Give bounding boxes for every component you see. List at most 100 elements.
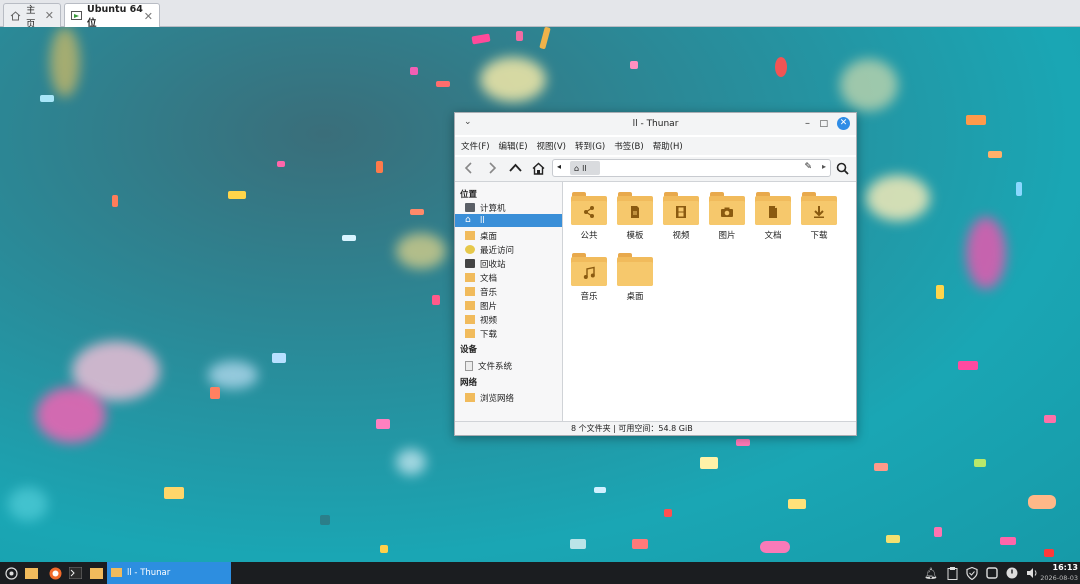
- file-manager-launcher-icon[interactable]: [23, 565, 39, 581]
- download-arrow-icon: [812, 205, 826, 219]
- edit-path-icon[interactable]: ✎: [804, 162, 812, 172]
- home-icon: ⌂: [574, 163, 580, 173]
- window-menu-icon[interactable]: ⌄: [464, 117, 472, 127]
- forward-icon[interactable]: [483, 159, 501, 177]
- folder-downloads[interactable]: 下载: [797, 192, 841, 241]
- sidebar-item-browse-network[interactable]: 浏览网络: [455, 391, 562, 404]
- folder-videos[interactable]: 视频: [659, 192, 703, 241]
- music-folder-icon: [465, 287, 475, 296]
- up-icon[interactable]: [506, 159, 524, 177]
- folder-label: 桌面: [626, 292, 644, 302]
- terminal-launcher-icon[interactable]: [67, 565, 83, 581]
- folder-music[interactable]: 音乐: [567, 253, 611, 302]
- sidebar-item-label: 下载: [480, 329, 498, 340]
- close-icon[interactable]: ✕: [837, 117, 850, 130]
- minimize-icon[interactable]: –: [805, 117, 810, 131]
- folder-templates[interactable]: 模板: [613, 192, 657, 241]
- document-icon: [766, 205, 780, 219]
- camera-icon: [720, 205, 734, 219]
- host-tab-label: 主页: [26, 4, 36, 30]
- folder-icon: [111, 567, 122, 580]
- folder-label: 文档: [764, 231, 782, 241]
- network-icon: [465, 393, 475, 402]
- menu-help[interactable]: 帮助(H): [653, 140, 683, 152]
- power-icon[interactable]: [1004, 565, 1020, 581]
- folder-label: 模板: [626, 231, 644, 241]
- clipboard-icon[interactable]: [944, 565, 960, 581]
- sidebar-item-pictures[interactable]: 图片: [455, 299, 562, 312]
- sidebar: 位置 计算机 ⌂ ll 桌面 最近访问 回收站 文档 音乐 图片 视频 下载 设…: [455, 182, 563, 422]
- search-icon[interactable]: [833, 159, 851, 177]
- sidebar-item-label: ll: [480, 215, 485, 226]
- host-tab-vm[interactable]: Ubuntu 64 位 ✕: [64, 3, 160, 29]
- app-menu-icon[interactable]: [3, 565, 19, 581]
- sidebar-item-label: 最近访问: [480, 245, 515, 256]
- sidebar-item-home[interactable]: ⌂ ll: [455, 214, 562, 227]
- share-icon: [582, 205, 596, 219]
- folder-public[interactable]: 公共: [567, 192, 611, 241]
- sidebar-item-label: 桌面: [480, 231, 498, 242]
- notification-bell-icon[interactable]: 🔔︎: [923, 565, 939, 581]
- sidebar-item-documents[interactable]: 文档: [455, 271, 562, 284]
- volume-icon[interactable]: [1024, 565, 1040, 581]
- menu-go[interactable]: 转到(G): [575, 140, 605, 152]
- host-tab-bar: 主页 ✕ Ubuntu 64 位 ✕: [0, 0, 1080, 30]
- sidebar-item-label: 浏览网络: [480, 393, 515, 404]
- path-left-arrow-icon[interactable]: ◂: [557, 162, 561, 171]
- folder-launcher-icon[interactable]: [88, 565, 104, 581]
- window-titlebar[interactable]: ⌄ ll - Thunar – □ ✕: [455, 113, 856, 135]
- browser-launcher-icon[interactable]: [47, 565, 63, 581]
- taskbar-window-label: ll - Thunar: [127, 568, 171, 578]
- taskbar-window-thunar[interactable]: ll - Thunar: [107, 562, 231, 584]
- sidebar-item-computer[interactable]: 计算机: [455, 201, 562, 214]
- taskbar: ll - Thunar 🔔︎ 16:13 2026-08-03: [0, 562, 1080, 584]
- path-right-arrow-icon[interactable]: ▸: [822, 162, 826, 171]
- clock-time: 16:13: [1052, 563, 1078, 572]
- sidebar-item-label: 视频: [480, 315, 498, 326]
- pictures-folder-icon: [465, 301, 475, 310]
- menu-edit[interactable]: 编辑(E): [499, 140, 528, 152]
- path-bar[interactable]: ◂ ⌂ ll ✎ ▸: [552, 159, 831, 177]
- sidebar-item-label: 音乐: [480, 287, 498, 298]
- path-crumb-label: ll: [582, 163, 587, 173]
- clock[interactable]: 16:13 2026-08-03: [1040, 563, 1078, 583]
- clock-date: 2026-08-03: [1040, 574, 1078, 582]
- maximize-icon[interactable]: □: [819, 117, 828, 131]
- host-tab-label: Ubuntu 64 位: [87, 3, 143, 29]
- display-icon[interactable]: [984, 565, 1000, 581]
- sidebar-section-network: 网络: [460, 378, 478, 388]
- desktop-folder-icon: [465, 231, 475, 240]
- file-view: 公共 模板 视频 图片 文档 下载 音乐 桌面: [563, 182, 856, 422]
- folder-pictures[interactable]: 图片: [705, 192, 749, 241]
- host-tab-home[interactable]: 主页 ✕: [3, 3, 61, 30]
- home-icon[interactable]: [529, 159, 547, 177]
- sidebar-item-desktop[interactable]: 桌面: [455, 229, 562, 242]
- shield-icon[interactable]: [964, 565, 980, 581]
- close-icon[interactable]: ✕: [45, 9, 54, 22]
- sidebar-item-trash[interactable]: 回收站: [455, 257, 562, 270]
- back-icon[interactable]: [460, 159, 478, 177]
- toolbar: ◂ ⌂ ll ✎ ▸: [455, 157, 856, 182]
- documents-folder-icon: [465, 273, 475, 282]
- sidebar-item-label: 计算机: [480, 203, 506, 214]
- sidebar-item-recent[interactable]: 最近访问: [455, 243, 562, 256]
- sidebar-item-music[interactable]: 音乐: [455, 285, 562, 298]
- computer-icon: [465, 203, 475, 212]
- sidebar-item-downloads[interactable]: 下载: [455, 327, 562, 340]
- folder-label: 音乐: [580, 292, 598, 302]
- sidebar-section-devices: 设备: [460, 345, 478, 355]
- film-icon: [674, 205, 688, 219]
- menu-file[interactable]: 文件(F): [461, 140, 490, 152]
- sidebar-item-label: 图片: [480, 301, 498, 312]
- folder-documents[interactable]: 文档: [751, 192, 795, 241]
- vm-icon: [71, 11, 82, 21]
- path-crumb-home[interactable]: ⌂ ll: [570, 161, 600, 175]
- sidebar-item-filesystem[interactable]: 文件系统: [455, 359, 562, 372]
- close-icon[interactable]: ✕: [144, 10, 153, 23]
- status-text: 8 个文件夹 | 可用空间：54.8 GiB: [571, 424, 693, 433]
- sidebar-item-videos[interactable]: 视频: [455, 313, 562, 326]
- folder-desktop[interactable]: 桌面: [613, 253, 657, 302]
- menu-view[interactable]: 视图(V): [537, 140, 566, 152]
- music-note-icon: [582, 266, 596, 280]
- menu-bookmarks[interactable]: 书签(B): [614, 140, 643, 152]
